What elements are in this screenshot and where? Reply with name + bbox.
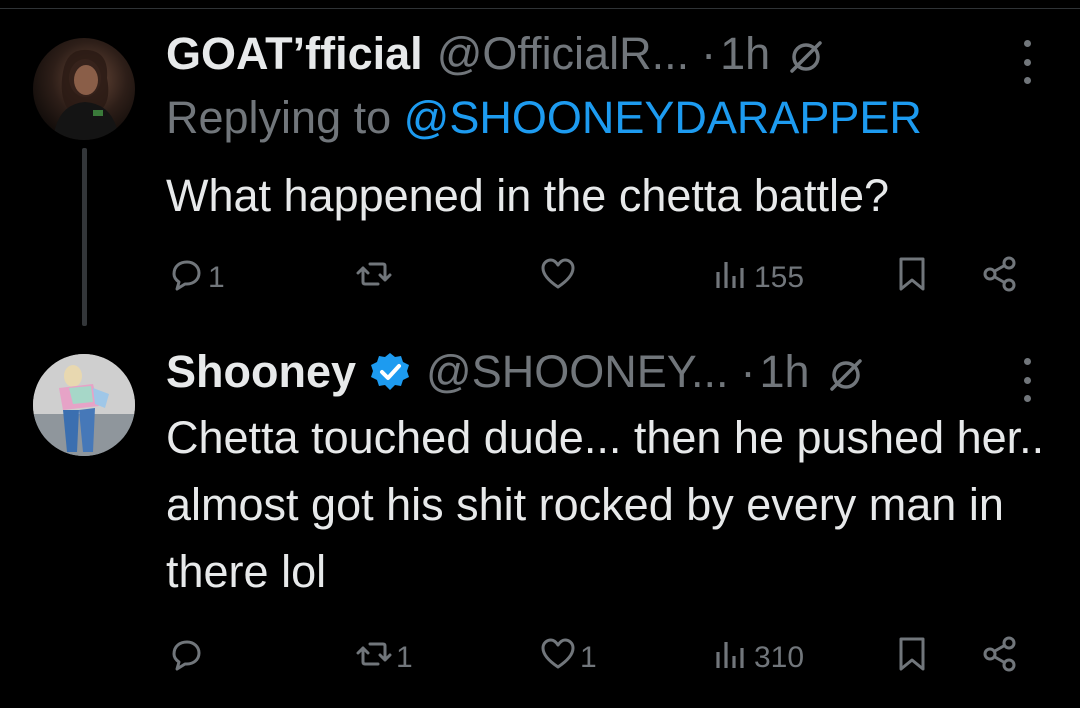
repost-icon [354,634,394,682]
grok-icon[interactable] [826,352,866,392]
tweet-reply[interactable]: Shooney @SHOONEY... · 1h Chetta touched … [0,330,1080,708]
repost-button[interactable]: 1 [354,634,413,682]
grok-icon[interactable] [786,34,826,74]
share-button[interactable] [980,254,1020,302]
more-icon[interactable] [1022,40,1032,84]
action-bar: 1 1 310 [166,634,1036,682]
display-name[interactable]: Shooney [166,344,356,400]
bookmark-icon [892,634,932,682]
views-icon [712,254,752,302]
username-handle[interactable]: @OfficialR... [437,26,689,82]
verified-icon[interactable] [368,350,412,394]
timestamp[interactable]: 1h [720,26,770,82]
reply-count: 1 [208,261,225,294]
share-icon [980,254,1020,302]
bookmark-button[interactable] [892,254,932,302]
thread-line [82,148,87,326]
bookmark-icon [892,254,932,302]
like-icon [538,634,578,682]
separator-dot: · [701,28,717,79]
views-button[interactable]: 155 [712,254,804,302]
like-icon [538,254,578,302]
views-icon [712,634,752,682]
tweet-header: Shooney @SHOONEY... · 1h [166,344,866,400]
reply-button[interactable] [166,634,208,682]
share-button[interactable] [980,634,1020,682]
reply-button[interactable]: 1 [166,254,225,302]
timestamp[interactable]: 1h [759,344,809,400]
like-count: 1 [580,641,597,674]
replying-to-mention[interactable]: @SHOONEYDARAPPER [404,92,922,143]
replying-to: Replying to @SHOONEYDARAPPER [166,90,922,146]
share-icon [980,634,1020,682]
views-count: 155 [754,261,805,294]
tweet-reply[interactable]: GOAT’fficial @OfficialR... · 1h Replying… [0,0,1080,330]
tweet-header: GOAT’fficial @OfficialR... · 1h [166,26,826,82]
repost-button[interactable] [354,254,396,302]
like-button[interactable]: 1 [538,634,597,682]
views-button[interactable]: 310 [712,634,804,682]
repost-icon [354,254,394,302]
reply-icon [166,254,206,302]
separator-dot: · [740,346,756,397]
tweet-text: What happened in the chetta battle? [166,170,890,221]
action-bar: 1 155 [166,254,1036,302]
avatar[interactable] [33,38,135,140]
repost-count: 1 [396,641,413,674]
reply-icon [166,634,206,682]
replying-prefix: Replying to [166,92,404,143]
views-count: 310 [754,641,805,674]
more-icon[interactable] [1022,358,1032,402]
display-name[interactable]: GOAT’fficial [166,26,423,82]
tweet-text: Chetta touched dude... then he pushed he… [166,412,1045,597]
bookmark-button[interactable] [892,634,932,682]
avatar[interactable] [33,354,135,456]
username-handle[interactable]: @SHOONEY... [426,344,728,400]
like-button[interactable] [538,254,580,302]
